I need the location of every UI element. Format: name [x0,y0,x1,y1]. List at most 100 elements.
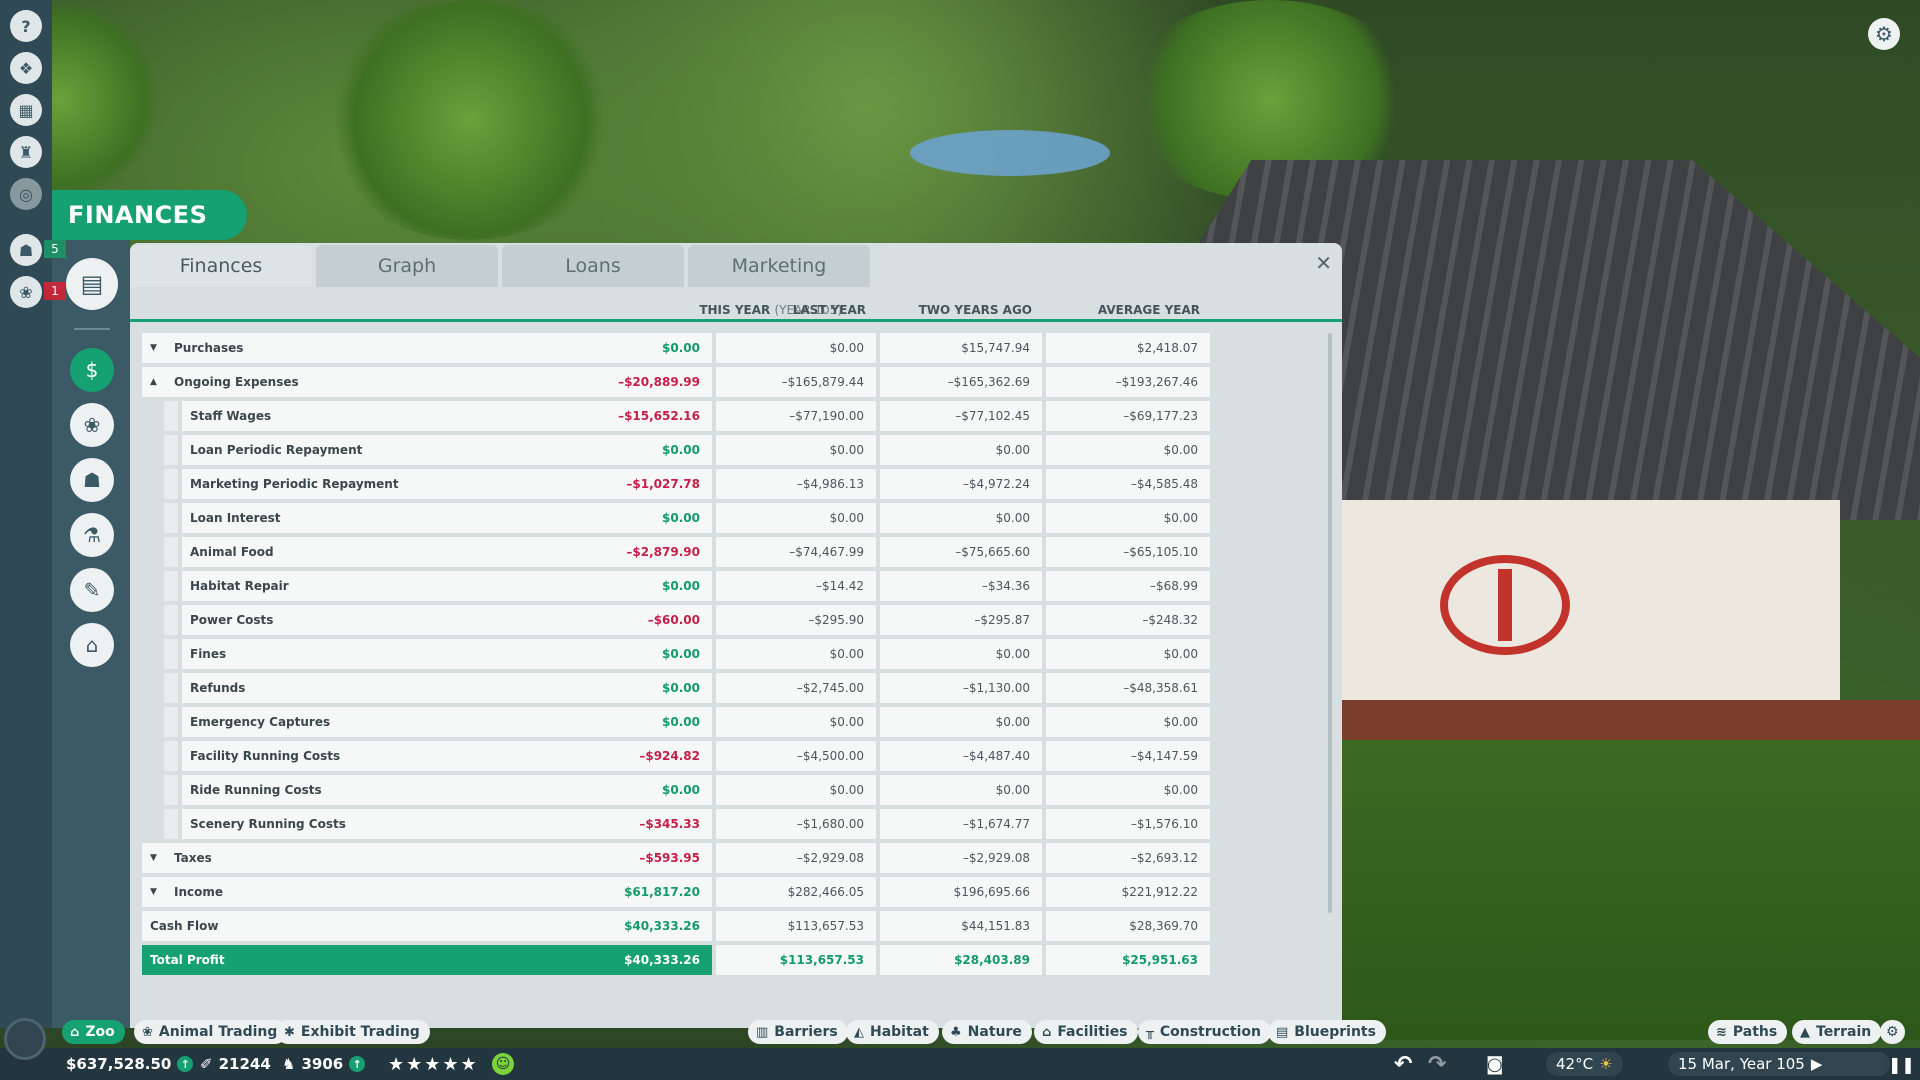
last-year-value: $113,657.53 [716,945,876,975]
this-year-value: $0.00 [662,647,700,661]
row-label: Total Profit [150,953,225,967]
toolbar-exhibit-trading-button[interactable]: ✱ Exhibit Trading [276,1020,430,1044]
average-year-value: –$1,576.10 [1046,809,1210,839]
toolbar-paths-button[interactable]: ≋ Paths [1708,1020,1788,1044]
expand-caret-icon[interactable]: ▼ [150,887,166,897]
column-header-last-year: LAST YEAR [792,303,866,317]
status-bar: $637,528.50 ↑ ✐ 21244 ♞ 3906 ↑ ★★★★★ ☺ ↶ ↷ ◙… [0,1048,1920,1080]
table-row[interactable]: ▼ Income $61,817.20 $282,466.05 $196,695.66 $… [142,877,1330,907]
toolbar-blueprints-button[interactable]: ▤ Blueprints [1268,1020,1386,1044]
row-label: Ongoing Expenses [174,375,299,389]
row-label-cell: Loan Periodic Repayment $0.00 [182,435,712,465]
toolbar-animal-trading-button[interactable]: ❀ Animal Trading [134,1020,288,1044]
staff-icon[interactable]: ☗ [70,458,114,502]
table-row: Facility Running Costs –$924.82 –$4,500.00… [142,741,1330,771]
paw-icon: ❀ [142,1024,153,1040]
last-year-value: –$295.90 [716,605,876,635]
staff-alert-button[interactable]: ☗ [10,234,42,266]
toolbar-construction-button[interactable]: ╥ Construction [1138,1020,1271,1044]
wrench-icon[interactable]: ✎ [70,568,114,612]
expand-caret-icon[interactable]: ▼ [150,853,166,863]
toolbar-zoo-button[interactable]: ⌂ Zoo [62,1020,125,1044]
tree-icon: ♣ [950,1024,962,1040]
tab-loans[interactable]: Loans [502,245,684,287]
table-row: Marketing Periodic Repayment –$1,027.78 –$… [142,469,1330,499]
panel-tabs: Finances Graph Loans Marketing ✕ [130,243,1342,287]
expand-caret-icon[interactable]: ▼ [150,343,166,353]
row-label: Facility Running Costs [190,749,341,763]
toolbar-habitat-button[interactable]: ◭ Habitat [846,1020,939,1044]
research-icon[interactable]: ⚗ [70,513,114,557]
close-icon[interactable]: ✕ [1315,251,1332,275]
finances-icon[interactable]: $ [70,348,114,392]
row-label: Taxes [174,851,212,865]
staff-alert-badge: 5 [44,240,66,258]
trophy-button[interactable]: ♜ [10,136,42,168]
habitat-icon: ◭ [854,1024,864,1040]
row-label-cell: Loan Interest $0.00 [182,503,712,533]
two-years-ago-value: –$1,130.00 [880,673,1042,703]
last-year-value: $0.00 [716,333,876,363]
undo-icon[interactable]: ↶ [1394,1048,1412,1080]
table-row: Emergency Captures $0.00 $0.00 $0.00 $0.00 [142,707,1330,737]
ticket-icon: ✐ [200,1055,213,1073]
shop-icon[interactable]: ⌂ [70,623,114,667]
last-year-value: $0.00 [716,707,876,737]
toolbar-terrain-button[interactable]: ▲ Terrain [1792,1020,1882,1044]
two-years-ago-value: –$1,674.77 [880,809,1042,839]
average-year-value: –$248.32 [1046,605,1210,635]
tab-marketing[interactable]: Marketing [688,245,870,287]
eye-button[interactable]: ◎ [10,178,42,210]
tab-graph[interactable]: Graph [316,245,498,287]
animal-alert-button[interactable]: ❀ [10,276,42,308]
this-year-value: $0.00 [662,511,700,525]
row-label: Scenery Running Costs [190,817,346,831]
toolbar-facilities-button[interactable]: ⌂ Facilities [1034,1020,1138,1044]
help-button[interactable]: ? [10,10,42,42]
row-label-cell: ▼ Purchases $0.00 [142,333,712,363]
toolbar-nature-button[interactable]: ♣ Nature [942,1020,1032,1044]
zoo-icon: ⌂ [70,1024,80,1040]
last-year-value: $0.00 [716,639,876,669]
animal-alert-badge: 1 [44,282,66,300]
zoo-overview-button[interactable]: ❖ [10,52,42,84]
table-row[interactable]: ▼ Purchases $0.00 $0.00 $15,747.94 $2,418.07 [142,333,1330,363]
row-label: Income [174,885,224,899]
table-row: Staff Wages –$15,652.16 –$77,190.00 –$77,10… [142,401,1330,431]
this-year-value: $61,817.20 [624,885,700,899]
row-label: Cash Flow [150,919,219,933]
temperature-display: 42°C ☀ [1546,1052,1623,1076]
two-years-ago-value: $0.00 [880,435,1042,465]
minimap-toggle-button[interactable] [4,1018,46,1060]
toolbar-extra-icon[interactable]: ⚙ [1880,1020,1905,1044]
table-row: Refunds $0.00 –$2,745.00 –$1,130.00 –$48,358… [142,673,1330,703]
average-year-value: –$48,358.61 [1046,673,1210,703]
this-year-value: $0.00 [662,715,700,729]
this-year-value: –$60.00 [647,613,700,627]
camera-icon[interactable]: ◙ [1486,1048,1503,1080]
this-year-value: $0.00 [662,341,700,355]
table-row: Power Costs –$60.00 –$295.90 –$295.87 –$248.… [142,605,1330,635]
table-row[interactable]: ▲ Ongoing Expenses –$20,889.99 –$165,879.44… [142,367,1330,397]
row-label-cell: Habitat Repair $0.00 [182,571,712,601]
settings-gear-icon[interactable]: ⚙ [1868,18,1900,50]
pause-icon[interactable]: ❚❚ [1888,1048,1915,1080]
two-years-ago-value: $44,151.83 [880,911,1042,941]
row-label: Habitat Repair [190,579,289,593]
table-row[interactable]: ▼ Taxes –$593.95 –$2,929.08 –$2,929.08 –$2,69… [142,843,1330,873]
paw-icon[interactable]: ❀ [70,403,114,447]
calendar-button[interactable]: ▦ [10,94,42,126]
last-year-value: –$74,467.99 [716,537,876,567]
toolbar-barriers-button[interactable]: ▥ Barriers [748,1020,848,1044]
row-label-cell: Power Costs –$60.00 [182,605,712,635]
redo-icon[interactable]: ↷ [1428,1048,1446,1080]
row-label: Loan Interest [190,511,281,525]
collapse-caret-icon[interactable]: ▲ [150,377,166,387]
tab-finances[interactable]: Finances [130,245,312,287]
table-scrollbar[interactable] [1328,333,1332,913]
two-years-ago-value: –$4,972.24 [880,469,1042,499]
this-year-value: –$1,027.78 [626,477,700,491]
clipboard-icon[interactable]: ▤ [66,258,118,310]
last-year-value: $0.00 [716,435,876,465]
this-year-value: –$20,889.99 [618,375,700,389]
